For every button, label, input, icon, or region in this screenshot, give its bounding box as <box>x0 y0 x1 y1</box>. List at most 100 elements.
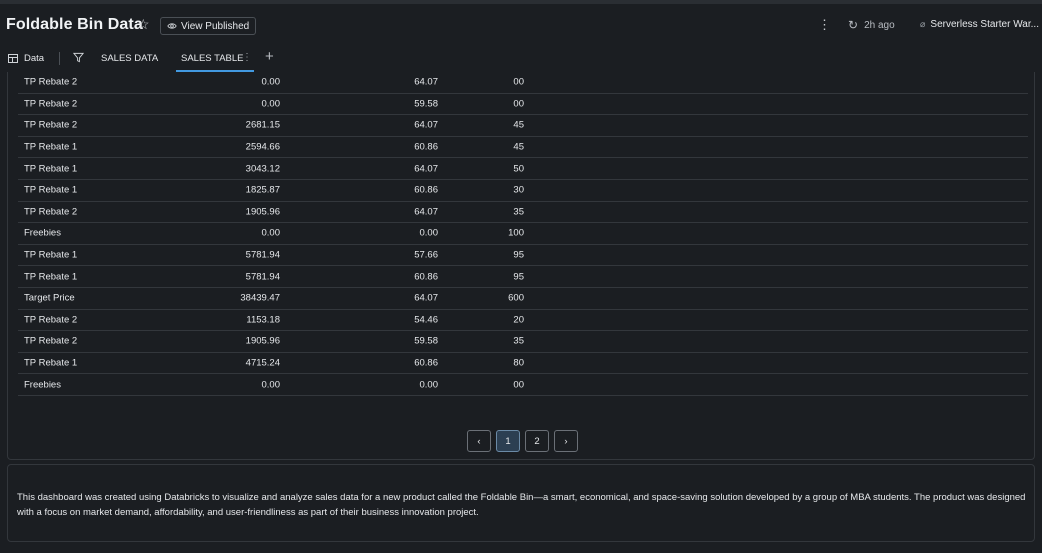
table-cell: 00 <box>513 379 524 391</box>
table-body: TP Rebate 2 0.00 64.07 00 TP Rebate 2 0.00 59.… <box>18 72 1028 396</box>
table-cell: 50 <box>513 163 524 175</box>
table-cell: 59.58 <box>414 335 438 347</box>
table-cell: TP Rebate 1 <box>24 249 78 261</box>
table-row: TP Rebate 1 5781.94 57.66 95 <box>18 245 1028 267</box>
table-cell: 3043.12 <box>245 163 280 175</box>
table-cell: 59.58 <box>414 98 438 110</box>
table-row: TP Rebate 2 1905.96 64.07 35 <box>18 202 1028 224</box>
table-cell: 0.00 <box>261 379 281 391</box>
table-cell: 60.86 <box>414 271 438 283</box>
table-cell: 2681.15 <box>245 119 280 131</box>
dashboard-title: Foldable Bin Data <box>6 16 143 33</box>
table-cell: 60.86 <box>414 184 438 196</box>
prev-page-button[interactable]: ‹ <box>467 430 491 452</box>
eye-icon <box>167 23 177 29</box>
table-cell: 0.00 <box>261 227 281 239</box>
table-cell: 0.00 <box>261 76 281 88</box>
table-row: TP Rebate 2 1153.18 54.46 20 <box>18 310 1028 332</box>
table-cell: 95 <box>513 249 524 261</box>
table-row: TP Rebate 1 2594.66 60.86 45 <box>18 137 1028 159</box>
table-cell: 64.07 <box>414 206 438 218</box>
table-cell: 64.07 <box>414 119 438 131</box>
table-cell: 54.46 <box>414 314 438 326</box>
table-cell: TP Rebate 1 <box>24 141 78 153</box>
page-button[interactable]: 2 <box>525 430 549 452</box>
table-cell: 600 <box>508 292 524 304</box>
description-widget: This dashboard was created using Databri… <box>7 464 1035 542</box>
table-cell: 5781.94 <box>245 249 280 261</box>
table-cell: 45 <box>513 141 524 153</box>
table-row: Target Price 38439.47 64.07 600 <box>18 288 1028 310</box>
table-grid-icon <box>8 54 18 63</box>
table-cell: 0.00 <box>419 379 439 391</box>
sales-table-widget: TP Rebate 2 0.00 64.07 00 TP Rebate 2 0.00 59.… <box>7 72 1035 460</box>
table-cell: 2594.66 <box>245 141 280 153</box>
refresh-icon: ↻ <box>848 18 859 32</box>
table-cell: TP Rebate 2 <box>24 314 78 326</box>
table-cell: 60.86 <box>414 141 438 153</box>
table-cell: TP Rebate 2 <box>24 335 78 347</box>
table-cell: TP Rebate 2 <box>24 76 78 88</box>
dashboard-description: This dashboard was created using Databri… <box>17 492 1026 518</box>
table-cell: TP Rebate 1 <box>24 184 78 196</box>
table-cell: 35 <box>513 206 524 218</box>
table-cell: 60.86 <box>414 357 438 369</box>
dashboard-header: Foldable Bin Data ☆ View Published ⋮ ↻ 2… <box>0 4 1042 44</box>
table-cell: Target Price <box>24 292 75 304</box>
refresh-button[interactable]: ↻ 2h ago <box>848 18 895 32</box>
table-cell: 0.00 <box>419 227 439 239</box>
warehouse-selector[interactable]: ⌀ Serverless Starter War... ⌄ <box>920 19 1042 30</box>
table-row: TP Rebate 2 1905.96 59.58 35 <box>18 331 1028 353</box>
table-cell: TP Rebate 1 <box>24 163 78 175</box>
table-cell: TP Rebate 1 <box>24 271 78 283</box>
tab-sales-data[interactable]: SALES DATA <box>101 53 158 64</box>
table-cell: 5781.94 <box>245 271 280 283</box>
table-row: TP Rebate 2 0.00 59.58 00 <box>18 94 1028 116</box>
table-cell: 30 <box>513 184 524 196</box>
table-cell: 1825.87 <box>245 184 280 196</box>
table-cell: 64.07 <box>414 163 438 175</box>
table-cell: 00 <box>513 98 524 110</box>
warehouse-icon: ⌀ <box>920 19 926 29</box>
page-button[interactable]: 1 <box>496 430 520 452</box>
table-row: TP Rebate 2 2681.15 64.07 45 <box>18 115 1028 137</box>
table-cell: 00 <box>513 76 524 88</box>
table-cell: Freebies <box>24 379 61 391</box>
next-page-button[interactable]: › <box>554 430 578 452</box>
tab-sales-table[interactable]: SALES TABLE <box>181 53 244 64</box>
tab-bar: Data SALES DATA SALES TABLE ⋮ + <box>0 44 1042 72</box>
table-cell: TP Rebate 2 <box>24 119 78 131</box>
refresh-time: 2h ago <box>864 19 895 31</box>
pagination: ‹ 1 2 › <box>467 430 578 452</box>
table-row: Freebies 0.00 0.00 100 <box>18 223 1028 245</box>
filter-icon[interactable] <box>72 52 85 66</box>
table-cell: 100 <box>508 227 524 239</box>
table-cell: TP Rebate 2 <box>24 206 78 218</box>
table-cell: TP Rebate 2 <box>24 98 78 110</box>
table-cell: 38439.47 <box>240 292 280 304</box>
table-cell: 35 <box>513 335 524 347</box>
table-row: Freebies 0.00 0.00 00 <box>18 374 1028 396</box>
table-cell: 1905.96 <box>245 335 280 347</box>
table-cell: 95 <box>513 271 524 283</box>
table-cell: 1153.18 <box>246 314 280 326</box>
add-page-plus-icon[interactable]: + <box>265 48 274 65</box>
favorite-star-icon[interactable]: ☆ <box>137 16 150 33</box>
view-published-button[interactable]: View Published <box>160 17 257 35</box>
table-cell: Freebies <box>24 227 61 239</box>
more-options-kebab-icon[interactable]: ⋮ <box>818 17 831 33</box>
table-row: TP Rebate 1 5781.94 60.86 95 <box>18 266 1028 288</box>
warehouse-label: Serverless Starter War... <box>930 19 1039 30</box>
table-cell: 0.00 <box>261 98 281 110</box>
table-row: TP Rebate 1 3043.12 64.07 50 <box>18 158 1028 180</box>
tab-menu-kebab-icon[interactable]: ⋮ <box>242 52 252 63</box>
table-cell: 57.66 <box>414 249 438 261</box>
tab-divider <box>59 52 60 65</box>
table-cell: 64.07 <box>414 292 438 304</box>
table-cell: 45 <box>513 119 524 131</box>
tab-data-label: Data <box>24 53 45 64</box>
table-cell: 1905.96 <box>245 206 280 218</box>
view-published-label: View Published <box>181 20 250 32</box>
table-row: TP Rebate 1 1825.87 60.86 30 <box>18 180 1028 202</box>
tab-data[interactable]: Data <box>8 53 44 64</box>
